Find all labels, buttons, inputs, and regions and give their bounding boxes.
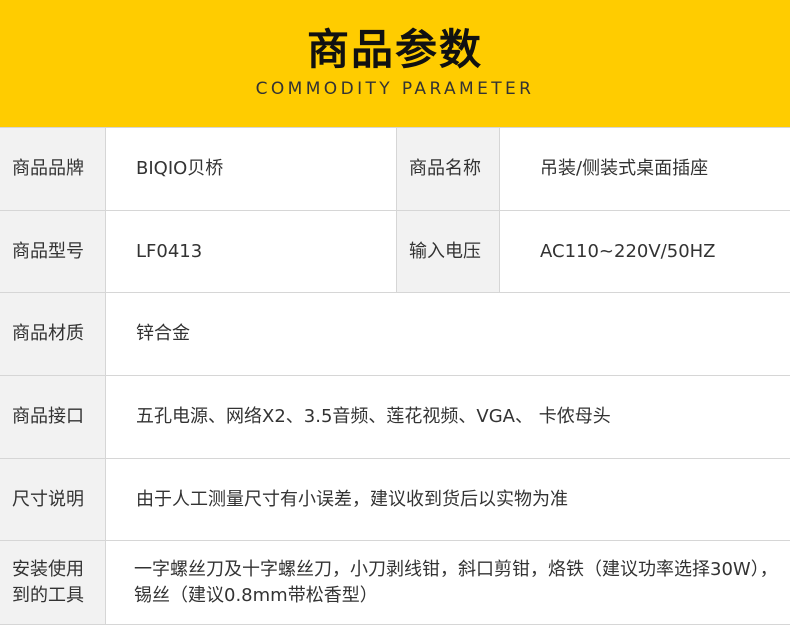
spec-row-interface: 商品接口 五孔电源、网络X2、3.5音频、莲花视频、VGA、 卡侬母头 xyxy=(0,375,790,458)
header-banner: 商品参数 COMMODITY PARAMETER xyxy=(0,0,790,127)
spec-row-size: 尺寸说明 由于人工测量尺寸有小误差，建议收到货后以实物为准 xyxy=(0,458,790,540)
material-label: 商品材质 xyxy=(0,293,105,375)
interface-label: 商品接口 xyxy=(0,376,105,458)
product-name-value: 吊装/侧装式桌面插座 xyxy=(499,128,790,210)
brand-value: BIQIO贝桥 xyxy=(105,128,396,210)
material-value: 锌合金 xyxy=(105,293,790,375)
model-label: 商品型号 xyxy=(0,211,105,292)
brand-label: 商品品牌 xyxy=(0,128,105,210)
voltage-value: AC110~220V/50HZ xyxy=(499,211,790,292)
model-value: LF0413 xyxy=(105,211,396,292)
interface-value: 五孔电源、网络X2、3.5音频、莲花视频、VGA、 卡侬母头 xyxy=(105,376,790,458)
voltage-label: 输入电压 xyxy=(396,211,499,292)
tools-value: 一字螺丝刀及十字螺丝刀，小刀剥线钳，斜口剪钳，烙铁（建议功率选择30W），锡丝（… xyxy=(105,541,790,624)
tools-label: 安装使用到的工具 xyxy=(0,541,105,624)
size-value: 由于人工测量尺寸有小误差，建议收到货后以实物为准 xyxy=(105,459,790,540)
product-name-label: 商品名称 xyxy=(396,128,499,210)
spec-row-tools: 安装使用到的工具 一字螺丝刀及十字螺丝刀，小刀剥线钳，斜口剪钳，烙铁（建议功率选… xyxy=(0,540,790,625)
size-label: 尺寸说明 xyxy=(0,459,105,540)
spec-row-brand: 商品品牌 BIQIO贝桥 商品名称 吊装/侧装式桌面插座 xyxy=(0,127,790,210)
spec-row-model: 商品型号 LF0413 输入电压 AC110~220V/50HZ xyxy=(0,210,790,292)
page-subtitle: COMMODITY PARAMETER xyxy=(255,79,535,99)
spec-row-material: 商品材质 锌合金 xyxy=(0,292,790,375)
page-title: 商品参数 xyxy=(306,25,483,74)
